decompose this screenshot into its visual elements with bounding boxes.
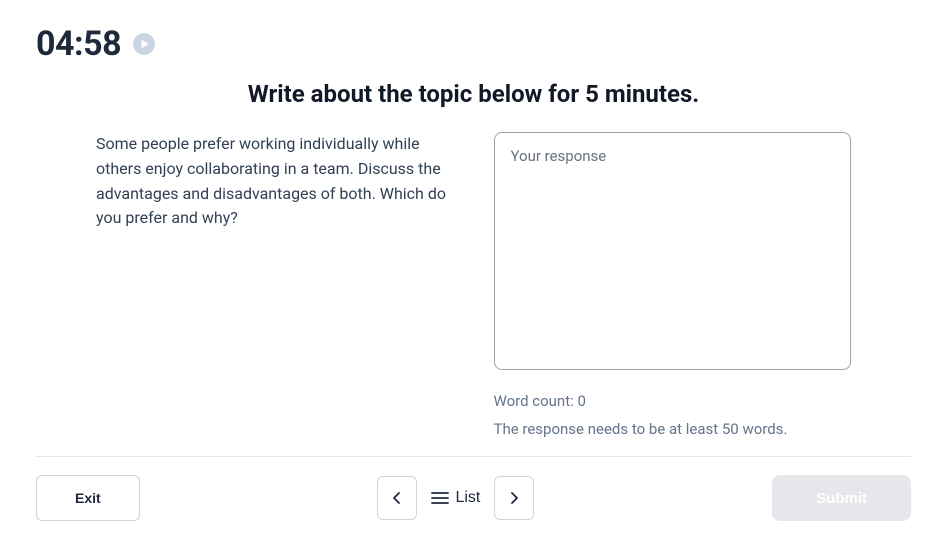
prev-button[interactable] — [377, 476, 417, 520]
exit-button[interactable]: Exit — [36, 475, 140, 521]
word-count-label: Word count: 0 — [494, 388, 852, 416]
next-button[interactable] — [494, 476, 534, 520]
list-button[interactable]: List — [427, 481, 484, 515]
chevron-right-icon — [507, 491, 521, 505]
list-icon — [431, 491, 449, 505]
submit-button[interactable]: Submit — [772, 475, 911, 521]
footer-divider — [36, 456, 911, 457]
instruction-heading: Write about the topic below for 5 minute… — [0, 80, 947, 108]
chevron-left-icon — [390, 491, 404, 505]
min-words-note: The response needs to be at least 50 wor… — [494, 416, 852, 444]
list-label: List — [455, 489, 480, 507]
play-button[interactable] — [133, 33, 155, 55]
timer-display: 04:58 — [36, 24, 121, 64]
response-textarea[interactable] — [494, 132, 852, 370]
prompt-text: Some people prefer working individually … — [96, 132, 454, 231]
play-icon — [133, 33, 155, 55]
